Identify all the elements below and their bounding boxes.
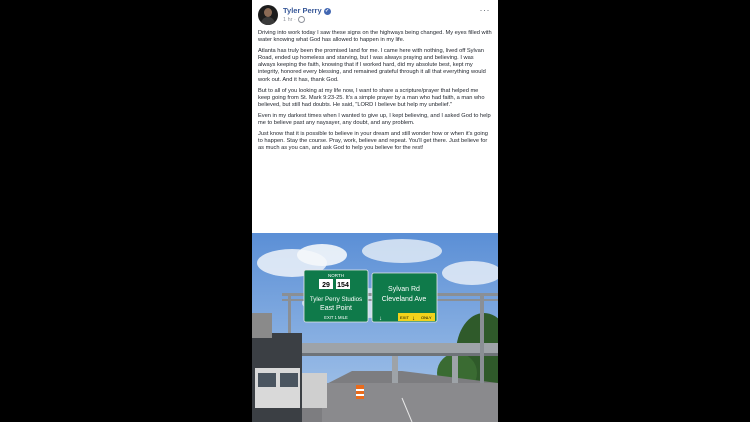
globe-icon: [298, 16, 306, 23]
post-text: Driving into work today I saw these sign…: [258, 30, 492, 156]
verified-badge-icon: ✓: [323, 7, 331, 15]
svg-text:29: 29: [322, 282, 330, 289]
svg-text:Cleveland Ave: Cleveland Ave: [382, 296, 427, 303]
sign-left: NORTH 29 154 Tyler Perry Studios East Po…: [303, 269, 369, 323]
more-options-icon[interactable]: ···: [480, 5, 491, 15]
svg-text:NORTH: NORTH: [328, 273, 344, 278]
svg-text:ONLY: ONLY: [421, 315, 432, 320]
svg-text:EXIT 1 MILE: EXIT 1 MILE: [324, 315, 348, 320]
svg-text:154: 154: [337, 282, 349, 289]
post-header: Tyler Perry ✓ 1 hr · ···: [258, 5, 492, 27]
facebook-post: Tyler Perry ✓ 1 hr · ··· Driving into wor…: [252, 0, 498, 422]
post-meta: 1 hr ·: [283, 16, 306, 23]
post-photo[interactable]: NORTH 29 154 Tyler Perry Studios East Po…: [252, 233, 498, 422]
post-paragraph: Just know that it is possible to believe…: [258, 131, 488, 152]
post-paragraph: Driving into work today I saw these sign…: [258, 30, 492, 44]
svg-text:↓: ↓: [379, 316, 382, 322]
post-paragraph: Even in my darkest times when I wanted t…: [258, 112, 491, 127]
svg-text:East Point: East Point: [320, 305, 352, 312]
svg-text:Sylvan Rd: Sylvan Rd: [388, 286, 420, 293]
post-paragraph: Atlanta has truly been the promised land…: [258, 48, 486, 83]
svg-text:↓: ↓: [412, 316, 415, 322]
sign-right: Sylvan Rd Cleveland Ave ↓ EXIT ↓ ONLY: [371, 272, 438, 323]
post-paragraph: But to all of you looking at my life now…: [258, 87, 485, 108]
svg-text:EXIT: EXIT: [400, 315, 409, 320]
avatar[interactable]: [258, 5, 278, 25]
timestamp[interactable]: 1 hr: [283, 17, 292, 23]
svg-text:Tyler Perry Studios: Tyler Perry Studios: [310, 296, 362, 303]
author-name[interactable]: Tyler Perry ✓: [283, 6, 331, 15]
